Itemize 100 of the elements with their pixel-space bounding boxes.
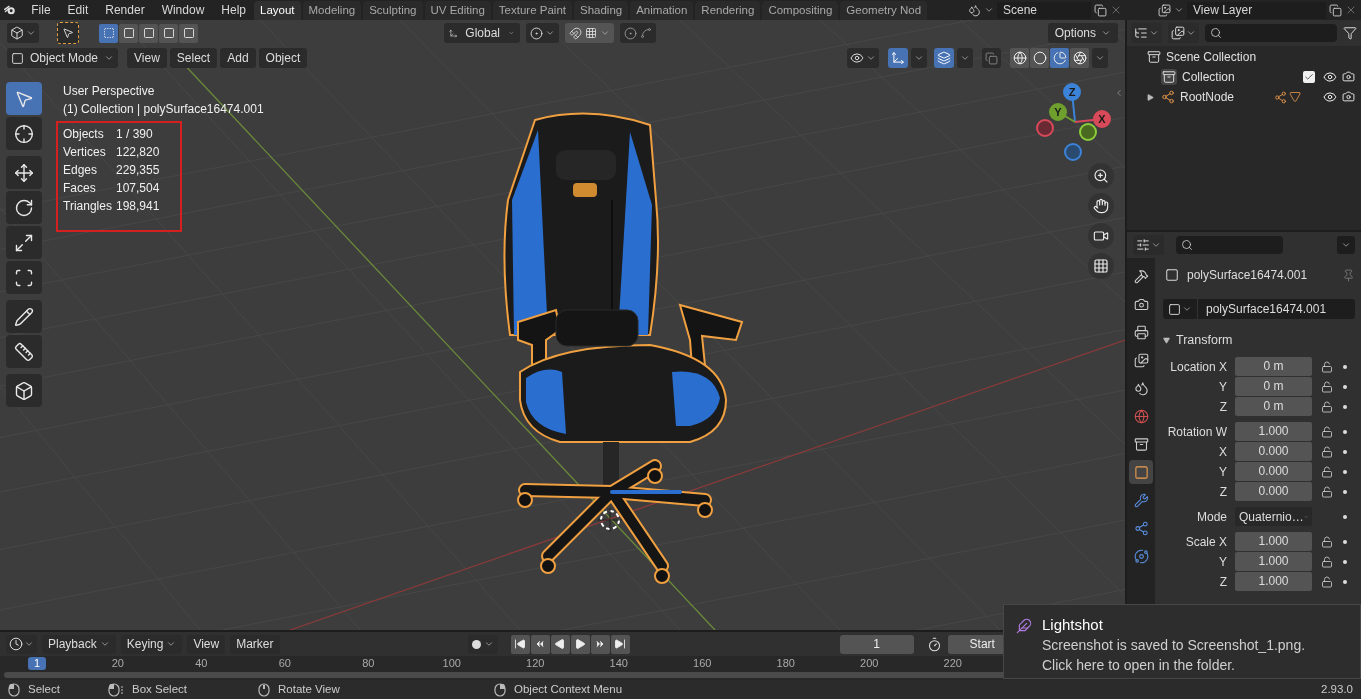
menu-item[interactable]: File [23,0,59,20]
timeline-menu[interactable]: View [187,634,226,654]
camera-icon[interactable] [1342,90,1355,103]
workspace-tab[interactable]: Rendering [695,1,761,20]
current-frame-field[interactable]: 1 [839,634,914,654]
playback-button[interactable] [590,634,610,654]
expand-arrow-icon[interactable] [1147,93,1154,101]
outliner-row[interactable]: Collection [1127,67,1361,87]
lock-icon[interactable] [1321,465,1333,478]
notification-popup[interactable]: Lightshot Screenshot is saved to Screenshot_1.png. Click here to open in the folder. [1003,604,1361,679]
playback-button[interactable] [570,634,590,654]
object-name-field[interactable]: polySurface16474.001 [1163,299,1355,319]
filter-icon[interactable] [1343,26,1357,40]
mode-dropdown[interactable]: Quaternio… [1235,507,1312,526]
number-field[interactable]: 0.000 [1235,462,1312,481]
menu-item[interactable]: Window [153,0,213,20]
eye-icon[interactable] [1323,70,1337,84]
shading-button[interactable] [1010,48,1029,68]
proportional-toggle[interactable] [619,23,656,43]
close-icon[interactable] [1110,4,1122,16]
lock-icon[interactable] [1321,425,1333,438]
shading-button[interactable] [1050,48,1069,68]
menu-item[interactable]: Render [97,0,153,20]
editor-type-button[interactable] [1133,235,1164,255]
tool-button[interactable] [6,226,42,259]
panel-header[interactable]: Transform [1163,329,1355,351]
camera-icon[interactable] [1342,70,1355,83]
editor-type-button[interactable] [7,23,39,43]
editor-type-button[interactable] [6,634,37,654]
number-field[interactable]: 0.000 [1235,442,1312,461]
workspace-tab[interactable]: Texture Paint [492,1,572,20]
search-field[interactable] [1176,236,1283,254]
viewport-menu[interactable]: Select [169,48,218,68]
number-field[interactable]: 0.000 [1235,482,1312,501]
playback-button[interactable] [510,634,530,654]
display-mode-button[interactable] [1168,23,1199,43]
viewport-menu[interactable]: Object [258,48,308,68]
app-logo-icon[interactable] [4,3,16,17]
lock-icon[interactable] [1321,535,1333,548]
lock-icon[interactable] [1321,575,1333,588]
menu-item[interactable]: Edit [59,0,97,20]
mode-dropdown[interactable]: Object Mode [7,48,119,68]
pivot-dropdown[interactable] [525,23,559,43]
exclude-checkbox[interactable] [1303,71,1315,83]
editor-type-button[interactable] [1131,23,1162,43]
workspace-tab[interactable]: UV Editing [424,1,491,20]
lock-icon[interactable] [1321,400,1333,413]
workspace-tab[interactable]: Shading [574,1,629,20]
visibility-dropdown[interactable] [847,48,879,68]
eye-icon[interactable] [1323,90,1337,104]
copy-icon[interactable] [1094,3,1107,17]
tool-button[interactable] [6,374,42,407]
gizmo-toggle[interactable] [888,48,908,68]
tool-button[interactable] [57,22,79,44]
workspace-tab[interactable]: Layout [254,1,301,20]
timeline-menu[interactable]: Keying [120,634,183,654]
lock-icon[interactable] [1321,485,1333,498]
axis-handle[interactable]: Y [1049,103,1067,121]
lock-icon[interactable] [1321,360,1333,373]
tool-button[interactable] [6,335,42,368]
axis-handle[interactable]: Z [1063,83,1081,101]
xray-toggle[interactable] [982,48,1001,68]
workspace-tab[interactable]: Sculpting [363,1,423,20]
overlays-toggle[interactable] [934,48,954,68]
axis-handle[interactable] [1064,143,1082,161]
playback-button[interactable] [610,634,630,654]
current-frame-marker[interactable]: 1 [28,656,46,670]
playback-button[interactable] [550,634,570,654]
lock-icon[interactable] [1321,445,1333,458]
close-icon[interactable] [1345,4,1357,16]
tool-button[interactable] [6,261,42,294]
lock-icon[interactable] [1321,555,1333,568]
workspace-tab[interactable]: Compositing [762,1,839,20]
tool-button[interactable] [6,156,42,189]
outliner-row[interactable]: Scene Collection [1127,47,1361,67]
tool-button[interactable] [6,191,42,224]
number-field[interactable]: 0 m [1235,377,1312,396]
timeline-menu[interactable]: Playback [42,634,116,654]
number-field[interactable]: 1.000 [1235,532,1312,551]
workspace-tab[interactable]: Modeling [302,1,362,20]
tool-button[interactable] [6,117,42,150]
lock-icon[interactable] [1321,380,1333,393]
copy-icon[interactable] [1329,3,1342,17]
menu-item[interactable]: Help [213,0,254,20]
shading-button[interactable] [1030,48,1049,68]
axis-handle[interactable] [1036,119,1054,137]
outliner-row[interactable]: RootNode [1127,87,1361,107]
number-field[interactable]: 1.000 [1235,552,1312,571]
axis-handle[interactable] [1079,123,1097,141]
workspace-tab[interactable]: Geometry Nod [840,1,928,20]
record-button[interactable] [467,634,498,654]
snap-toggle[interactable] [564,23,614,43]
playback-button[interactable] [530,634,550,654]
viewport-menu[interactable]: Add [220,48,256,68]
axis-handle[interactable]: X [1093,110,1111,128]
stopwatch-icon[interactable] [926,636,942,652]
orientation-dropdown[interactable]: Global [443,23,520,43]
number-field[interactable]: 0 m [1235,397,1312,416]
number-field[interactable]: 1.000 [1235,422,1312,441]
options-dropdown[interactable]: Options [1047,23,1118,43]
